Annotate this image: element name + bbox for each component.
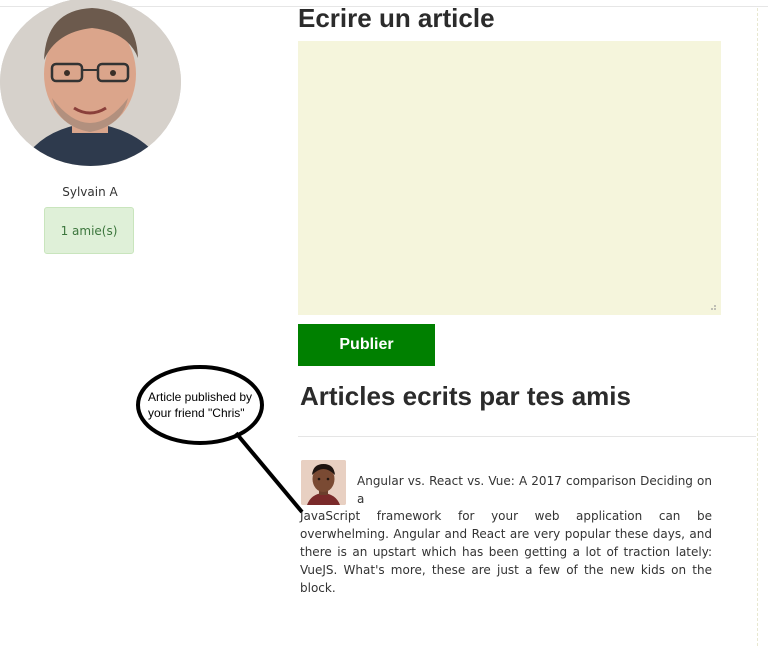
friends-articles-title: Articles ecrits par tes amis: [300, 381, 631, 411]
right-guide-line: [757, 8, 758, 646]
article-textarea[interactable]: [298, 41, 721, 315]
profile-photo: [0, 0, 181, 166]
publish-button[interactable]: Publier: [298, 324, 435, 366]
profile-avatar[interactable]: [0, 0, 181, 166]
post-text-body: JavaScript framework for your web applic…: [300, 509, 712, 595]
friends-count-badge[interactable]: 1 amie(s): [44, 207, 134, 254]
profile-name: Sylvain A: [62, 185, 118, 199]
section-divider: [298, 436, 756, 437]
write-article-title: Ecrire un article: [298, 3, 495, 33]
annotation-line-2: your friend "Chris": [148, 406, 245, 420]
author-photo: [301, 460, 346, 505]
annotation-text: Article published by your friend "Chris": [148, 389, 268, 421]
annotation-line-1: Article published by: [148, 390, 253, 404]
page: Sylvain A 1 amie(s) Ecrire un article Pu…: [0, 0, 768, 646]
post-text-intro: Angular vs. React vs. Vue: A 2017 compar…: [357, 474, 712, 506]
resize-grip-icon[interactable]: [707, 301, 717, 311]
post-author-avatar[interactable]: [301, 460, 346, 505]
